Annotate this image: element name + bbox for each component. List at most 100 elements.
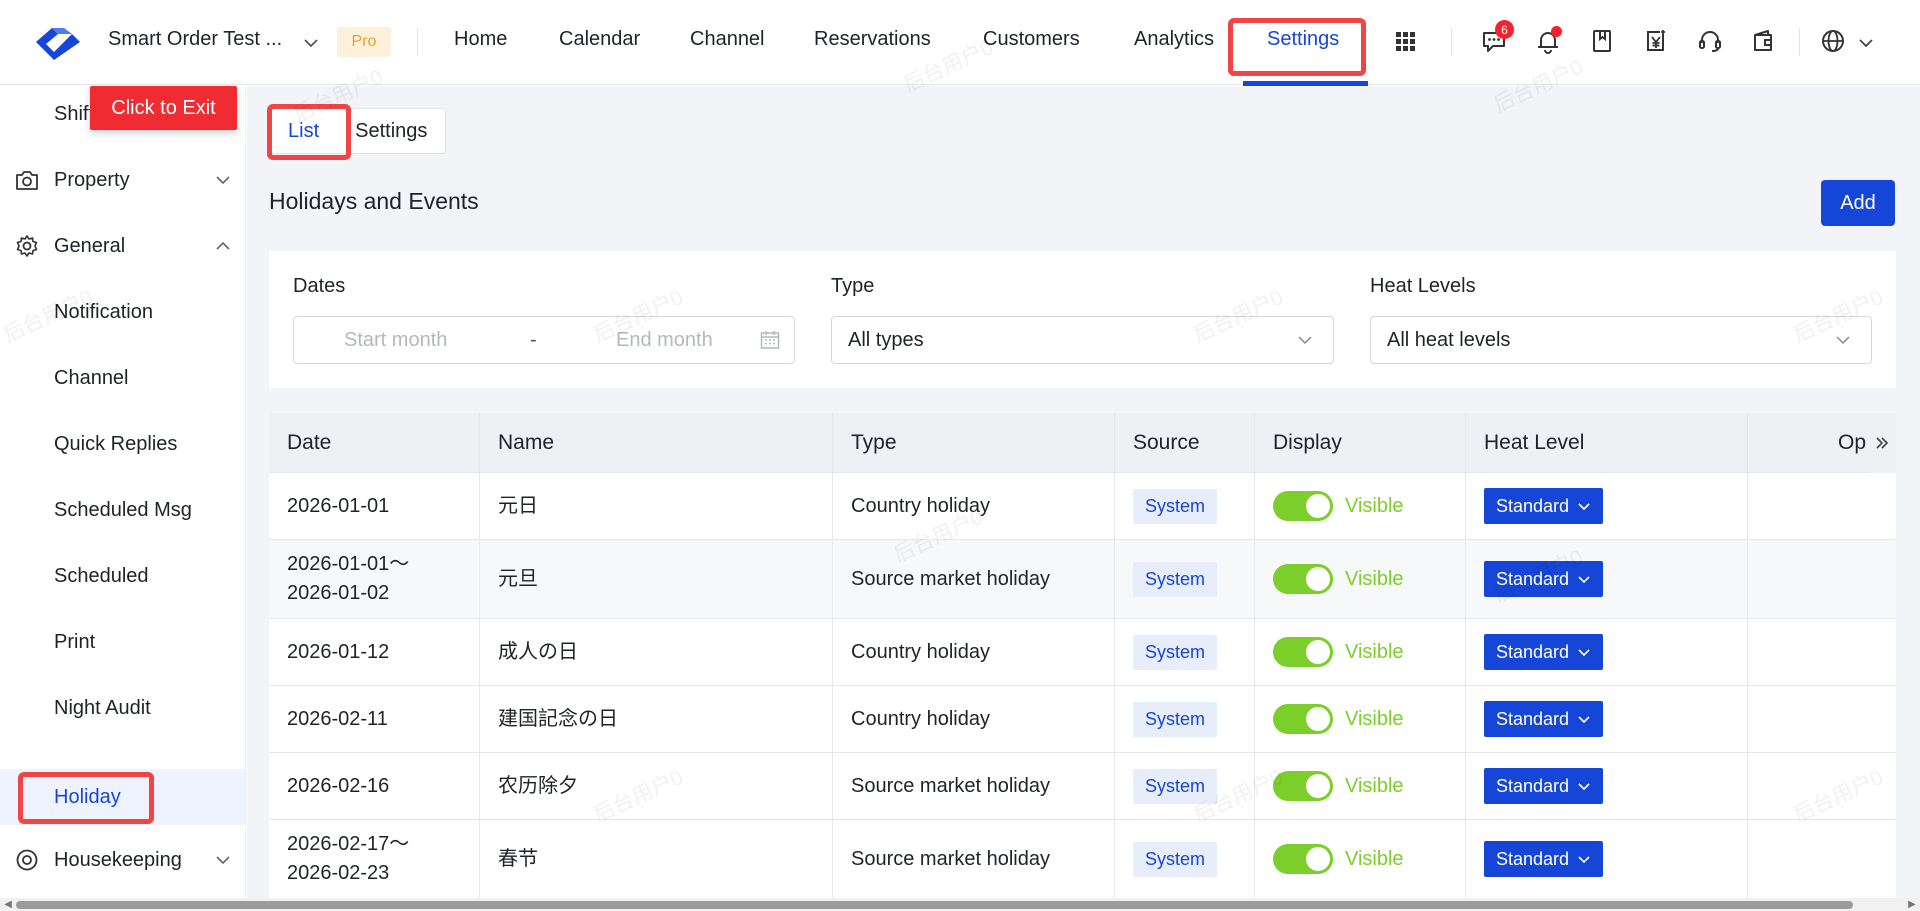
chevron-down-icon[interactable] (302, 34, 320, 52)
table-row[interactable]: 2026-01-01～ 2026-01-02 元旦 Source market h… (269, 540, 1896, 619)
chevron-up-icon (216, 241, 230, 250)
heat-level-dropdown[interactable]: Standard (1484, 634, 1604, 670)
view-tabs: List Settings (269, 108, 447, 154)
cell-type: Country holiday (833, 686, 1115, 752)
source-tag: System (1133, 634, 1218, 670)
heat-level-dropdown[interactable]: Standard (1484, 701, 1604, 737)
cell-name: 成人の日 (480, 619, 833, 685)
app-logo-icon[interactable] (30, 20, 86, 64)
sidebar-item-label: Channel (54, 366, 129, 389)
click-to-exit-button[interactable]: Click to Exit (90, 86, 237, 130)
store-name[interactable]: Smart Order Test ... (108, 28, 282, 51)
tab-settings[interactable]: Settings (337, 109, 445, 153)
holidays-table: Date Name Type Source Display Heat Level… (269, 413, 1896, 898)
expand-columns-icon[interactable] (1868, 413, 1896, 473)
heat-level-dropdown[interactable]: Standard (1484, 488, 1604, 524)
horizontal-scrollbar[interactable]: ◀ ▶ (0, 898, 1920, 911)
tab-list[interactable]: List (270, 109, 337, 153)
globe-icon[interactable] (1818, 26, 1848, 56)
nav-customers[interactable]: Customers (983, 28, 1080, 51)
display-toggle[interactable] (1273, 704, 1333, 734)
sidebar-item-property[interactable]: Property (0, 152, 245, 208)
type-select[interactable]: All types (831, 316, 1334, 364)
cell-source: System (1115, 753, 1255, 819)
cell-display: Visible (1255, 540, 1466, 618)
sidebar-item-quick-replies[interactable]: Quick Replies (0, 416, 245, 472)
nav-calendar[interactable]: Calendar (559, 28, 640, 51)
table-row[interactable]: 2026-01-12 成人の日 Country holiday System V… (269, 619, 1896, 686)
nav-reservations[interactable]: Reservations (814, 28, 931, 51)
cell-date: 2026-01-01 (269, 473, 480, 539)
heat-level-dropdown[interactable]: Standard (1484, 841, 1604, 877)
cell-operation (1748, 473, 1896, 539)
sidebar-item-scheduled[interactable]: Scheduled (0, 548, 245, 604)
source-tag: System (1133, 701, 1218, 737)
sidebar-item-label: Print (54, 630, 96, 653)
chevron-down-icon (1578, 856, 1590, 864)
cell-type: Source market holiday (833, 753, 1115, 819)
table-row[interactable]: 2026-02-17～ 2026-02-23 春节 Source market h… (269, 820, 1896, 898)
display-toggle[interactable] (1273, 844, 1333, 874)
headset-icon[interactable] (1695, 26, 1725, 56)
display-toggle[interactable] (1273, 637, 1333, 667)
cell-source: System (1115, 820, 1255, 898)
scrollbar-thumb[interactable] (16, 901, 1853, 909)
cell-source: System (1115, 619, 1255, 685)
sidebar-item-holiday[interactable]: Holiday (0, 769, 245, 825)
cell-source: System (1115, 473, 1255, 539)
source-tag: System (1133, 488, 1218, 524)
column-header-date: Date (269, 413, 480, 473)
table-row[interactable]: 2026-01-01 元日 Country holiday System Vis… (269, 473, 1896, 540)
apps-grid-icon[interactable] (1390, 26, 1420, 56)
bookmark-icon[interactable] (1587, 26, 1617, 56)
sidebar-item-print[interactable]: Print (0, 614, 245, 670)
date-range-picker[interactable]: Start month - End month (293, 316, 795, 364)
date-separator: - (530, 328, 537, 351)
display-toggle[interactable] (1273, 771, 1333, 801)
sidebar-item-housekeeping[interactable]: Housekeeping (0, 832, 245, 888)
sidebar-item-scheduled-msg[interactable]: Scheduled Msg (0, 482, 245, 538)
sidebar-item-channel[interactable]: Channel (0, 350, 245, 406)
start-month-input[interactable]: Start month (344, 329, 447, 352)
type-select-value: All types (848, 328, 924, 351)
heat-level-select-value: All heat levels (1387, 328, 1511, 351)
heat-level-dropdown[interactable]: Standard (1484, 561, 1604, 597)
cell-name: 元旦 (480, 540, 833, 618)
nav-channel[interactable]: Channel (690, 28, 765, 51)
cell-heat-level: Standard (1466, 820, 1748, 898)
sidebar-item-general[interactable]: General (0, 218, 245, 274)
sidebar-item-label: Quick Replies (54, 432, 178, 455)
table-header: Date Name Type Source Display Heat Level… (269, 413, 1896, 473)
scroll-right-arrow-icon[interactable]: ▶ (1906, 898, 1918, 911)
display-status: Visible (1345, 774, 1404, 797)
divider (1451, 28, 1452, 56)
display-status: Visible (1345, 640, 1404, 663)
heat-level-select[interactable]: All heat levels (1370, 316, 1872, 364)
heat-level-dropdown[interactable]: Standard (1484, 768, 1604, 804)
table-row[interactable]: 2026-02-16 农历除夕 Source market holiday Sy… (269, 753, 1896, 820)
display-toggle[interactable] (1273, 491, 1333, 521)
cell-display: Visible (1255, 686, 1466, 752)
notification-dot (1551, 26, 1562, 37)
invoice-yen-icon[interactable] (1641, 26, 1671, 56)
cell-display: Visible (1255, 473, 1466, 539)
dates-label: Dates (293, 275, 346, 297)
chevron-down-icon[interactable] (1857, 34, 1875, 52)
sidebar-item-label: Notification (54, 300, 153, 323)
end-month-input[interactable]: End month (616, 329, 713, 352)
nav-analytics[interactable]: Analytics (1134, 28, 1214, 51)
table-row[interactable]: 2026-02-11 建国記念の日 Country holiday System… (269, 686, 1896, 753)
nav-home[interactable]: Home (454, 28, 507, 51)
add-button[interactable]: Add (1821, 180, 1895, 226)
wallet-icon[interactable] (1749, 26, 1779, 56)
scroll-left-arrow-icon[interactable]: ◀ (2, 898, 14, 911)
nav-settings[interactable]: Settings (1267, 28, 1339, 51)
chevron-down-icon (1578, 783, 1590, 791)
cell-operation (1748, 686, 1896, 752)
display-toggle[interactable] (1273, 564, 1333, 594)
cell-heat-level: Standard (1466, 619, 1748, 685)
cell-display: Visible (1255, 619, 1466, 685)
sidebar-item-notification[interactable]: Notification (0, 284, 245, 340)
sidebar-item-night-audit[interactable]: Night Audit (0, 680, 245, 736)
cell-operation (1748, 820, 1896, 898)
